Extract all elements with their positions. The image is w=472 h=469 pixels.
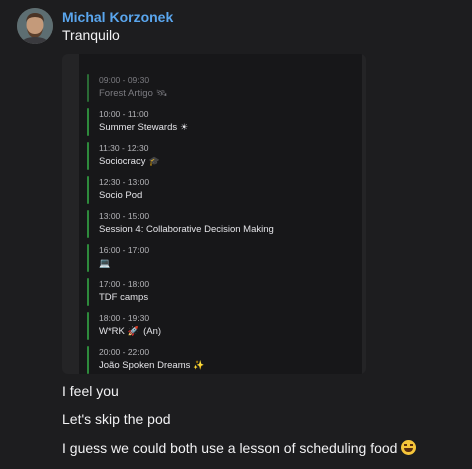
message-text-with-emoji: I guess we could both use a lesson of sc… xyxy=(62,440,417,456)
event-title-line: W*RK 🚀 (An) xyxy=(99,326,161,337)
calendar-event: 13:00 - 15:00 Session 4: Collaborative De… xyxy=(87,210,352,238)
event-color-bar xyxy=(87,278,89,306)
event-color-bar xyxy=(87,312,89,340)
event-time: 17:00 - 18:00 xyxy=(99,279,150,289)
calendar-event-list: 09:00 - 09:30 Forest Artigo 🛰 10:00 - 11:00… xyxy=(79,54,362,374)
event-color-bar xyxy=(87,346,89,374)
event-emoji-icon: 💻 xyxy=(99,258,111,268)
event-title-line: Summer Stewards ☀ xyxy=(99,122,188,133)
calendar-event: 18:00 - 19:30 W*RK 🚀 (An) xyxy=(87,312,352,340)
event-title: Sociocracy xyxy=(99,156,146,167)
event-title: Socio Pod xyxy=(99,190,143,201)
calendar-event: 16:00 - 17:00 💻 xyxy=(87,244,352,272)
event-title: TDF camps xyxy=(99,292,149,303)
sender-name[interactable]: Michal Korzonek xyxy=(62,9,173,25)
event-color-bar xyxy=(87,74,89,102)
calendar-event: 20:00 - 22:00 João Spoken Dreams ✨ xyxy=(87,346,352,374)
event-color-bar xyxy=(87,176,89,204)
event-title-line: João Spoken Dreams ✨ xyxy=(99,360,205,371)
calendar-event: 09:00 - 09:30 Forest Artigo 🛰 xyxy=(87,74,352,102)
event-time: 16:00 - 17:00 xyxy=(99,245,150,255)
event-emoji-icon: 🚀 xyxy=(127,326,140,336)
message-text: Tranquilo xyxy=(62,27,120,43)
event-suffix: (An) xyxy=(143,326,162,337)
message-text: I feel you xyxy=(62,383,119,399)
event-title-line: TDF camps xyxy=(99,292,148,303)
message-text: I guess we could both use a lesson of sc… xyxy=(62,440,398,456)
event-title-line: Forest Artigo 🛰 xyxy=(99,88,167,99)
event-color-bar xyxy=(87,210,89,238)
message-text: Let's skip the pod xyxy=(62,411,171,427)
calendar-event: 17:00 - 18:00 TDF camps xyxy=(87,278,352,306)
event-color-bar xyxy=(87,108,89,136)
event-time: 10:00 - 11:00 xyxy=(99,109,149,119)
event-title-line: Session 4: Collaborative Decision Making xyxy=(99,224,274,235)
calendar-event: 10:00 - 11:00 Summer Stewards ☀ xyxy=(87,108,352,136)
event-time: 09:00 - 09:30 xyxy=(99,75,150,85)
event-title-line: Sociocracy 🎓 xyxy=(99,156,160,167)
event-time: 20:00 - 22:00 xyxy=(99,347,150,357)
event-title: João Spoken Dreams xyxy=(99,360,191,371)
calendar-event: 12:30 - 13:00 Socio Pod xyxy=(87,176,352,204)
calendar-screenshot-image[interactable]: 09:00 - 09:30 Forest Artigo 🛰 10:00 - 11:00… xyxy=(62,54,366,374)
tears-of-joy-emoji-icon xyxy=(401,440,417,455)
avatar[interactable] xyxy=(17,8,53,44)
event-title: W*RK xyxy=(99,326,125,337)
event-time: 18:00 - 19:30 xyxy=(99,313,150,323)
event-color-bar xyxy=(87,244,89,272)
event-emoji-icon: ✨ xyxy=(193,360,205,370)
event-title: Forest Artigo xyxy=(99,88,153,99)
calendar-event: 11:30 - 12:30 Sociocracy 🎓 xyxy=(87,142,352,170)
event-title: Session 4: Collaborative Decision Making xyxy=(99,224,274,235)
event-title-line: 💻 xyxy=(99,258,110,269)
event-time: 13:00 - 15:00 xyxy=(99,211,150,221)
event-emoji-icon: ☀ xyxy=(180,122,189,132)
event-time: 11:30 - 12:30 xyxy=(99,143,149,153)
event-emoji-icon: 🛰 xyxy=(155,88,168,98)
event-color-bar xyxy=(87,142,89,170)
event-title: Summer Stewards xyxy=(99,122,178,133)
event-time: 12:30 - 13:00 xyxy=(99,177,150,187)
event-title-line: Socio Pod xyxy=(99,190,142,201)
event-emoji-icon: 🎓 xyxy=(148,156,160,166)
